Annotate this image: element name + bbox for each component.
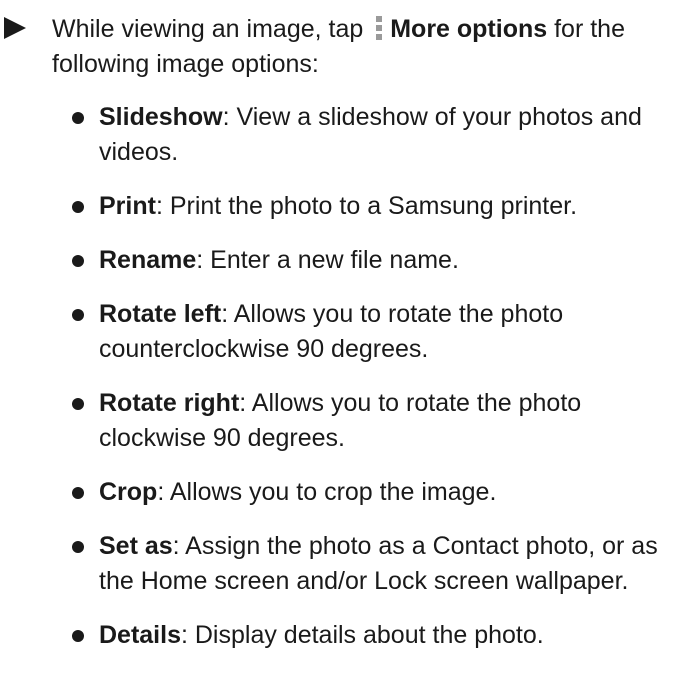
more-options-label: More options [390,15,548,43]
option-crop: Crop: Allows you to crop the image. [64,475,676,510]
intro-text: While viewing an image, tap More options… [52,12,672,82]
option-term: Rename [99,246,197,274]
intro-step: While viewing an image, tap More options… [4,12,674,82]
option-print: Print: Print the photo to a Samsung prin… [64,189,676,224]
option-desc: : Enter a new file name. [196,246,459,274]
option-desc: : Allows you to crop the image. [157,478,497,506]
bullet-icon [72,487,84,499]
option-slideshow: Slideshow: View a slideshow of your phot… [64,100,676,170]
option-details: Details: Display details about the photo… [64,618,676,653]
manual-page: While viewing an image, tap More options… [0,0,686,700]
option-term: Print [99,192,156,220]
option-set-as: Set as: Assign the photo as a Contact ph… [64,529,676,599]
option-term: Crop [99,478,158,506]
bullet-icon [72,309,84,321]
option-rotate-left: Rotate left: Allows you to rotate the ph… [64,297,676,367]
more-options-icon [376,16,383,40]
option-term: Set as [99,532,173,560]
bullet-icon [72,255,84,267]
step-arrow-icon [4,17,26,39]
option-term: Details [99,621,181,649]
bullet-icon [72,112,84,124]
option-rotate-right: Rotate right: Allows you to rotate the p… [64,386,676,456]
option-desc: : Assign the photo as a Contact photo, o… [99,532,658,595]
bullet-icon [72,398,84,410]
option-term: Slideshow [99,103,223,131]
option-desc: : Display details about the photo. [180,621,544,649]
option-rename: Rename: Enter a new file name. [64,243,676,278]
intro-before: While viewing an image, tap [52,15,371,43]
bullet-icon [72,541,84,553]
bullet-icon [72,201,84,213]
option-term: Rotate left [99,300,222,328]
option-term: Rotate right [99,389,240,417]
image-options-list: Slideshow: View a slideshow of your phot… [64,100,676,672]
option-desc: : Print the photo to a Samsung printer. [155,192,578,220]
bullet-icon [72,630,84,642]
